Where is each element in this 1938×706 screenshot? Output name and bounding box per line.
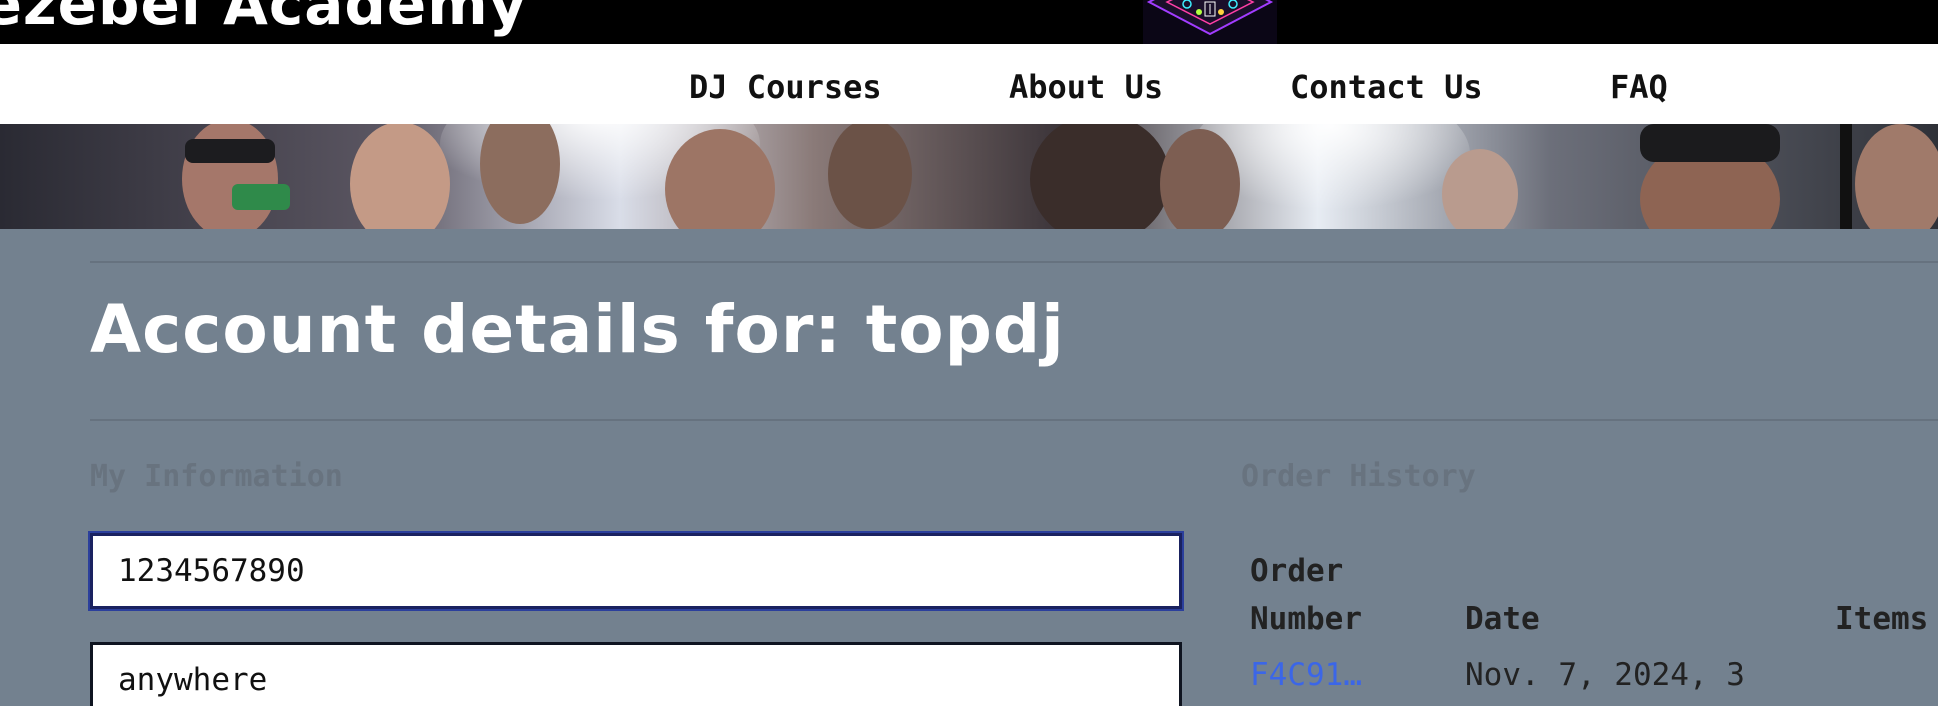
nav-faq[interactable]: FAQ [1610,68,1668,106]
divider-bottom [90,419,1938,421]
column-header-items: Items [1835,601,1929,637]
top-bar: Jezebel Academy [0,0,1938,44]
order-number-link[interactable]: F4C91… [1250,657,1362,693]
order-history-heading: Order History [1241,459,1476,494]
hero-crowd-image [0,124,1938,229]
divider-top [90,261,1938,263]
page-title: Account details for: topdj [90,291,1065,368]
table-row-order-number[interactable]: F4C91… [1250,651,1362,699]
column-header-order: Order [1250,553,1344,589]
phone-field[interactable] [90,533,1182,609]
address-field[interactable] [90,642,1182,706]
brand-name[interactable]: Jezebel Academy [0,0,527,38]
table-row-date: Nov. 7, 2024, 3 [1465,657,1745,693]
my-information-heading: My Information [90,459,343,494]
mixer-logo-icon[interactable] [1143,0,1277,44]
account-main: Account details for: topdj My Informatio… [0,229,1938,706]
column-header-date: Date [1465,601,1540,637]
column-header-number: Number [1250,601,1362,637]
main-nav: DJ Courses About Us Contact Us FAQ [0,44,1938,124]
nav-about-us[interactable]: About Us [1009,68,1163,106]
nav-contact-us[interactable]: Contact Us [1290,68,1483,106]
nav-dj-courses[interactable]: DJ Courses [689,68,882,106]
